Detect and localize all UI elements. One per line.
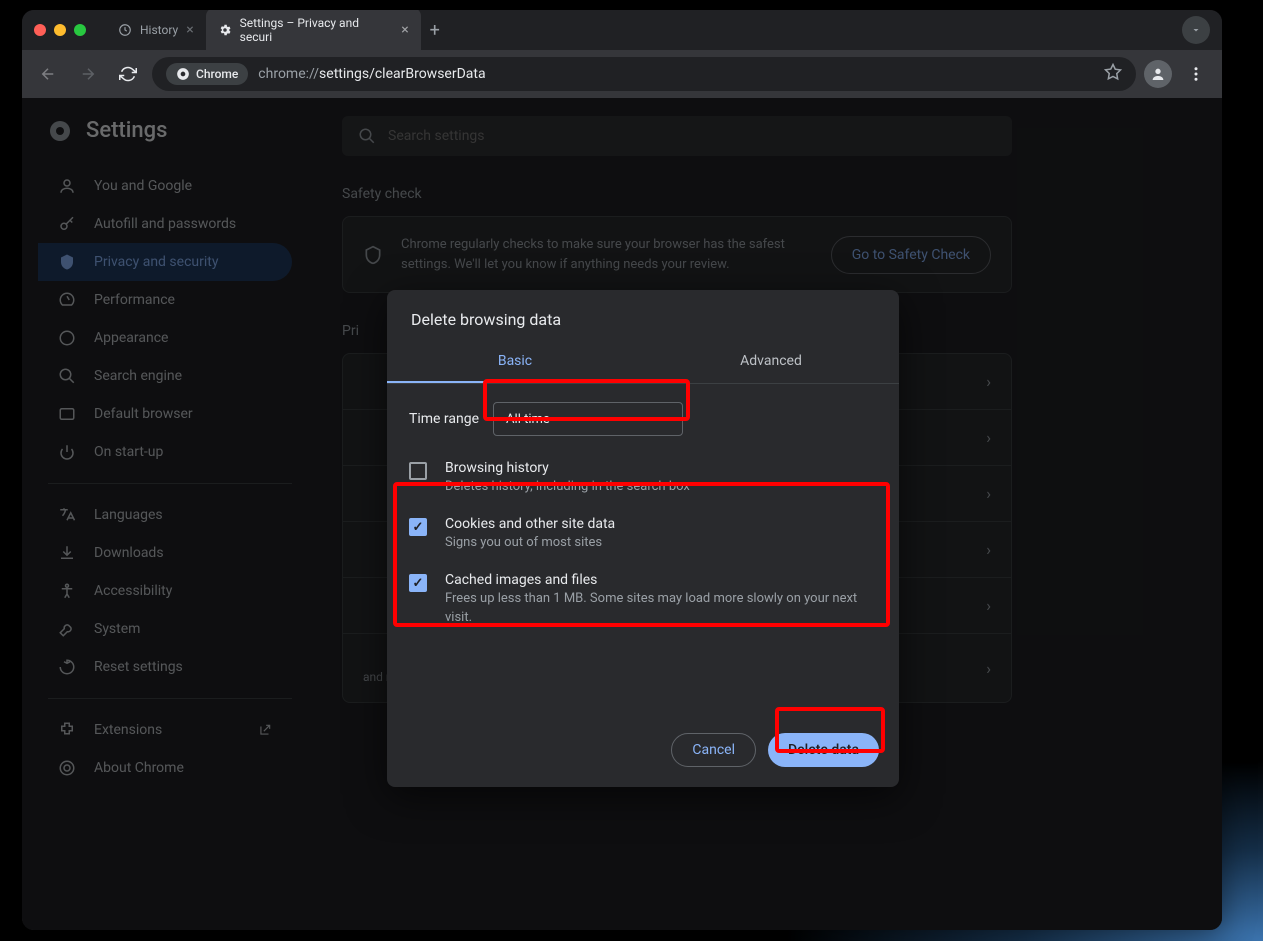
close-icon[interactable]: × xyxy=(401,22,408,38)
dialog-tabs: Basic Advanced xyxy=(387,341,899,384)
checkbox-subtitle: Frees up less than 1 MB. Some sites may … xyxy=(445,590,877,626)
new-tab-button[interactable]: + xyxy=(421,16,449,44)
checkbox-row-cache: Cached images and files Frees up less th… xyxy=(405,562,881,636)
address-bar[interactable]: Chrome chrome://settings/clearBrowserDat… xyxy=(152,57,1136,91)
delete-data-button[interactable]: Delete data xyxy=(768,733,879,767)
browser-window: History × Settings – Privacy and securi … xyxy=(22,10,1222,930)
checkbox-row-history: Browsing history Deletes history, includ… xyxy=(405,450,881,506)
checkbox-subtitle: Deletes history, including in the search… xyxy=(445,478,690,496)
bookmark-icon[interactable] xyxy=(1104,63,1122,85)
cancel-button[interactable]: Cancel xyxy=(671,733,756,767)
tab-history[interactable]: History × xyxy=(106,14,206,46)
tab-history-label: History xyxy=(140,23,178,37)
tab-search-button[interactable] xyxy=(1182,16,1210,44)
close-window-button[interactable] xyxy=(34,24,46,36)
dialog-body: Time range All time Browsing history Del… xyxy=(387,384,899,647)
gear-icon xyxy=(218,23,232,37)
tab-settings-label: Settings – Privacy and securi xyxy=(240,16,394,44)
dialog-title: Delete browsing data xyxy=(387,290,899,341)
tab-advanced[interactable]: Advanced xyxy=(643,341,899,383)
history-icon xyxy=(118,23,132,37)
url-text: chrome://settings/clearBrowserData xyxy=(258,66,485,82)
checkbox-title: Cookies and other site data xyxy=(445,516,615,532)
minimize-window-button[interactable] xyxy=(54,24,66,36)
profile-button[interactable] xyxy=(1144,60,1172,88)
checkbox-subtitle: Signs you out of most sites xyxy=(445,534,615,552)
checkbox-title: Browsing history xyxy=(445,460,690,476)
forward-button[interactable] xyxy=(72,58,104,90)
checkbox-browsing-history[interactable] xyxy=(409,462,427,480)
close-icon[interactable]: × xyxy=(186,22,193,38)
checkbox-cache[interactable] xyxy=(409,574,427,592)
reload-button[interactable] xyxy=(112,58,144,90)
tab-basic[interactable]: Basic xyxy=(387,341,643,383)
back-button[interactable] xyxy=(32,58,64,90)
chevron-down-icon xyxy=(660,414,670,424)
menu-button[interactable] xyxy=(1180,58,1212,90)
dialog-footer: Cancel Delete data xyxy=(387,717,899,787)
titlebar: History × Settings – Privacy and securi … xyxy=(22,10,1222,50)
window-controls xyxy=(34,24,86,36)
time-range-select[interactable]: All time xyxy=(493,402,683,436)
checkbox-cookies[interactable] xyxy=(409,518,427,536)
delete-browsing-data-dialog: Delete browsing data Basic Advanced Time… xyxy=(387,290,899,787)
browser-toolbar: Chrome chrome://settings/clearBrowserDat… xyxy=(22,50,1222,98)
checkbox-row-cookies: Cookies and other site data Signs you ou… xyxy=(405,506,881,562)
time-range-label: Time range xyxy=(409,411,479,427)
tab-settings[interactable]: Settings – Privacy and securi × xyxy=(206,10,421,52)
site-chip[interactable]: Chrome xyxy=(166,63,248,85)
tab-strip: History × Settings – Privacy and securi … xyxy=(106,10,1182,52)
maximize-window-button[interactable] xyxy=(74,24,86,36)
site-chip-label: Chrome xyxy=(196,67,238,81)
time-range-value: All time xyxy=(506,412,550,427)
checkbox-title: Cached images and files xyxy=(445,572,877,588)
chrome-icon xyxy=(176,67,190,81)
time-range-row: Time range All time xyxy=(405,388,881,450)
